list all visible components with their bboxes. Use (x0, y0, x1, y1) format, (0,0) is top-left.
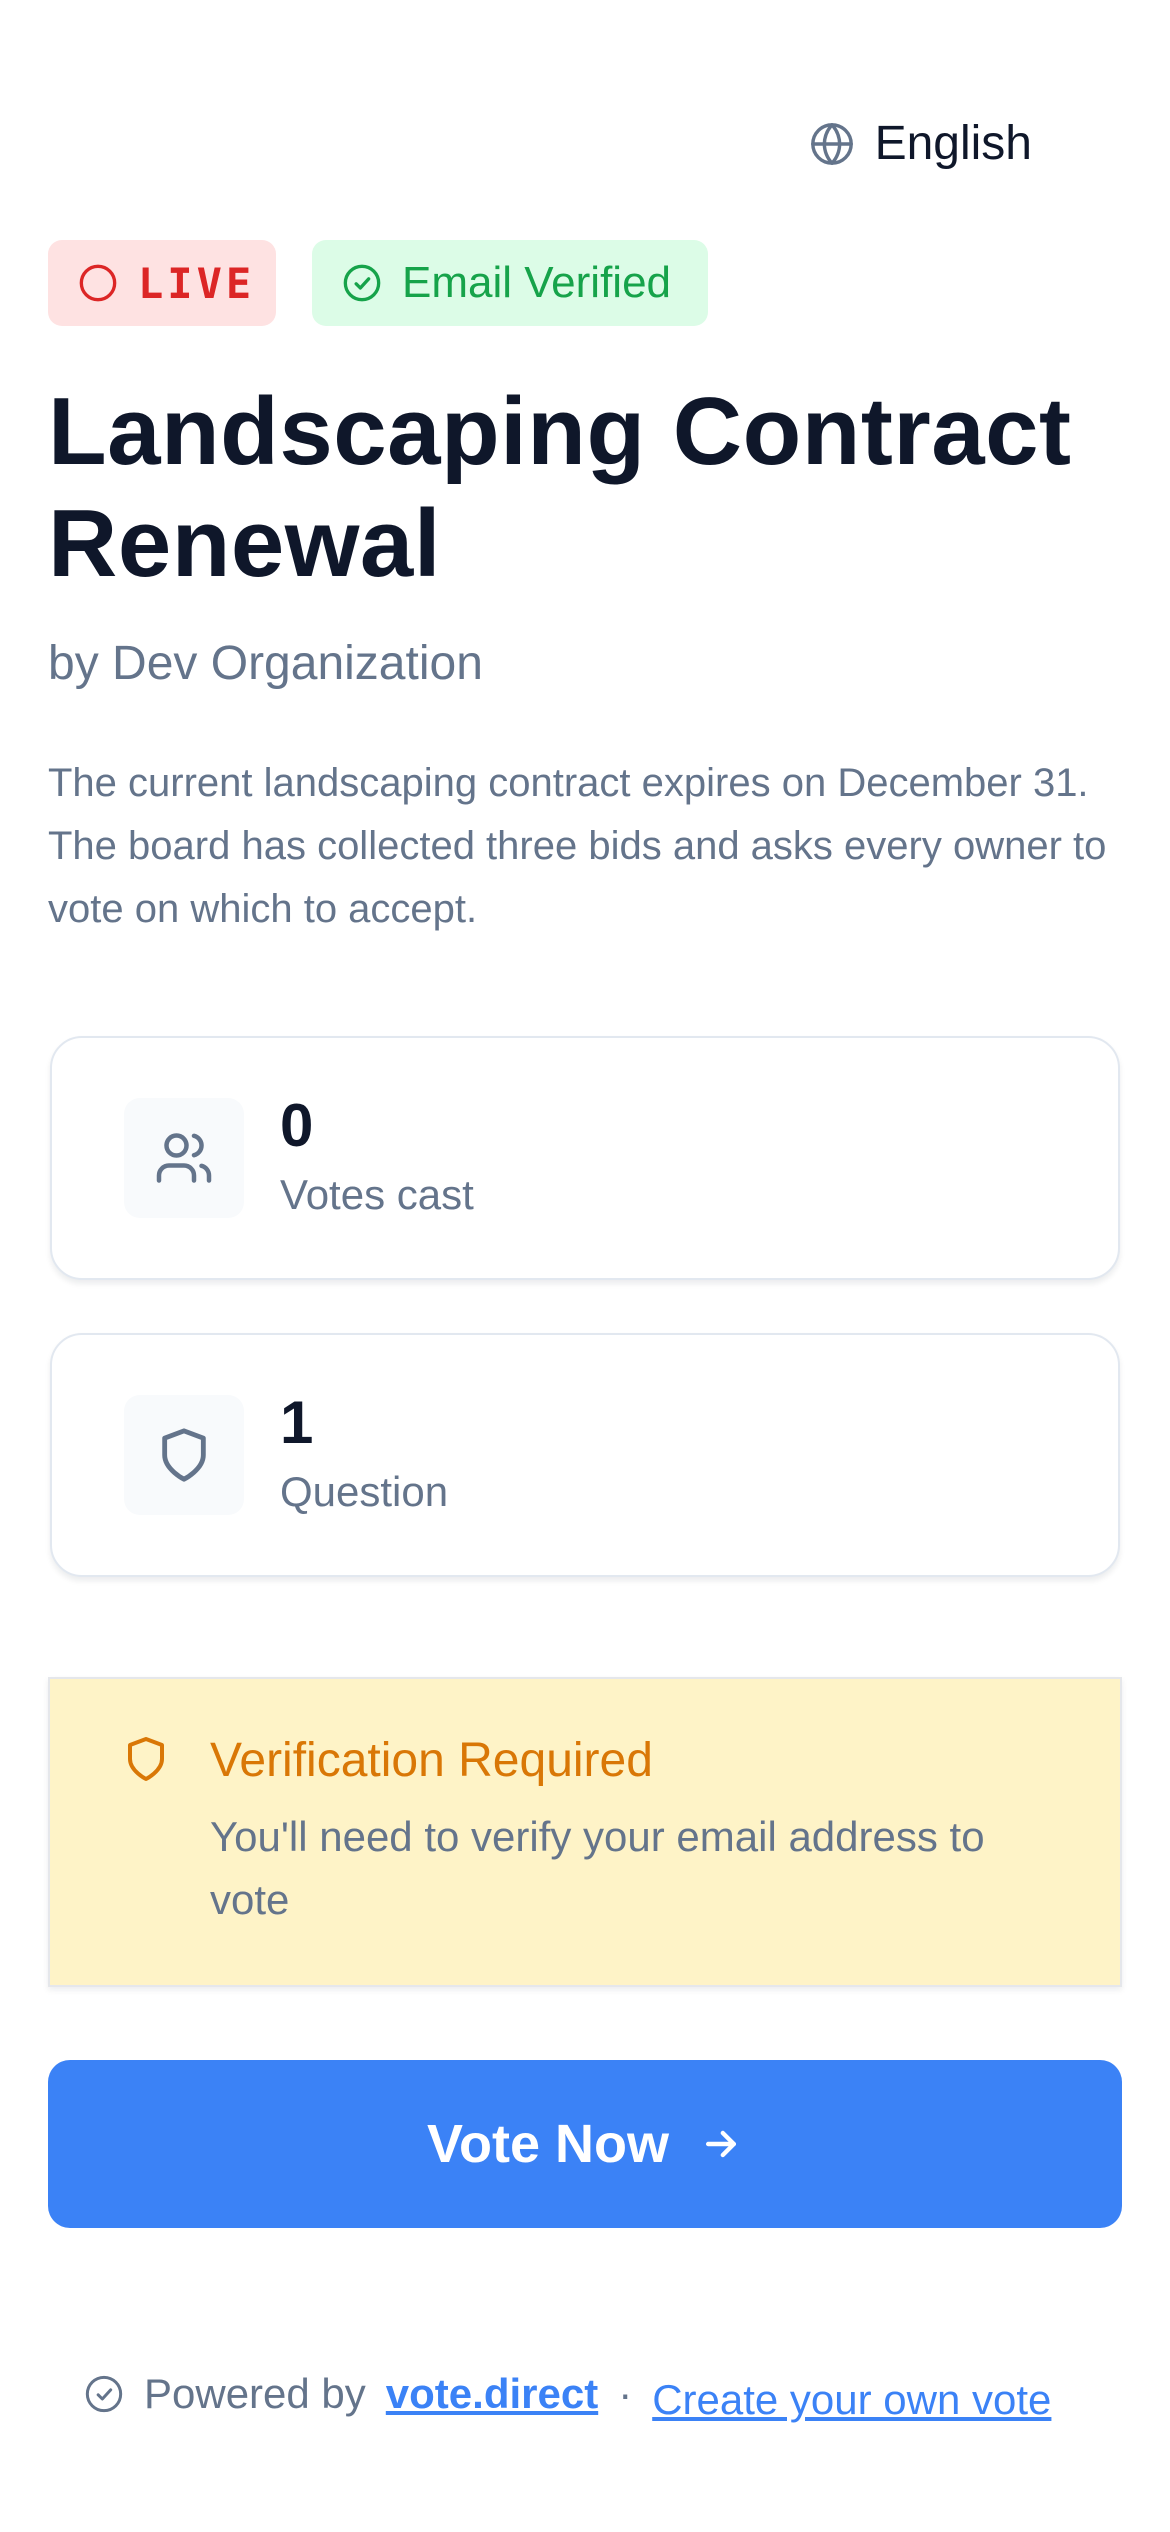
status-badges: LIVE Email Verified (48, 240, 708, 326)
email-verified-badge: Email Verified (312, 240, 708, 326)
questions-value: 1 (280, 1389, 314, 1456)
powered-by-text: Powered by (144, 2370, 366, 2417)
footer: Powered by vote.direct · Create your own… (84, 2370, 1051, 2423)
email-verified-label: Email Verified (402, 258, 672, 307)
language-selector[interactable]: English (809, 116, 1032, 171)
vote-direct-link[interactable]: vote.direct (386, 2370, 598, 2418)
language-label: English (874, 117, 1032, 170)
live-badge-label: LIVE (138, 258, 256, 308)
circle-icon (78, 263, 118, 303)
vote-now-button[interactable]: Vote Now (48, 2060, 1122, 2228)
shield-icon (122, 1733, 170, 1985)
create-vote-link[interactable]: Create your own vote (652, 2376, 1051, 2424)
live-badge: LIVE (48, 240, 276, 326)
votes-cast-label: Votes cast (280, 1171, 474, 1218)
footer-separator: · (618, 2370, 633, 2417)
verification-title: Verification Required (210, 1734, 653, 1787)
check-circle-icon (342, 263, 382, 303)
verification-notice: Verification Required You'll need to ver… (48, 1677, 1122, 1987)
arrow-right-icon (699, 2122, 743, 2166)
vote-title: Landscaping Contract Renewal (48, 378, 1072, 597)
shield-icon (124, 1395, 244, 1515)
globe-icon (809, 121, 855, 167)
users-icon (124, 1098, 244, 1218)
vote-now-label: Vote Now (427, 2114, 669, 2174)
check-circle-icon (84, 2374, 124, 2414)
verification-message: You'll need to verify your email address… (210, 1813, 985, 1923)
organization-name: by Dev Organization (48, 637, 483, 690)
vote-description: The current landscaping contract expires… (48, 761, 1107, 931)
questions-card: 1 Question (50, 1333, 1120, 1577)
questions-label: Question (280, 1468, 449, 1515)
votes-cast-value: 0 (280, 1092, 314, 1159)
votes-cast-card: 0 Votes cast (50, 1036, 1120, 1280)
